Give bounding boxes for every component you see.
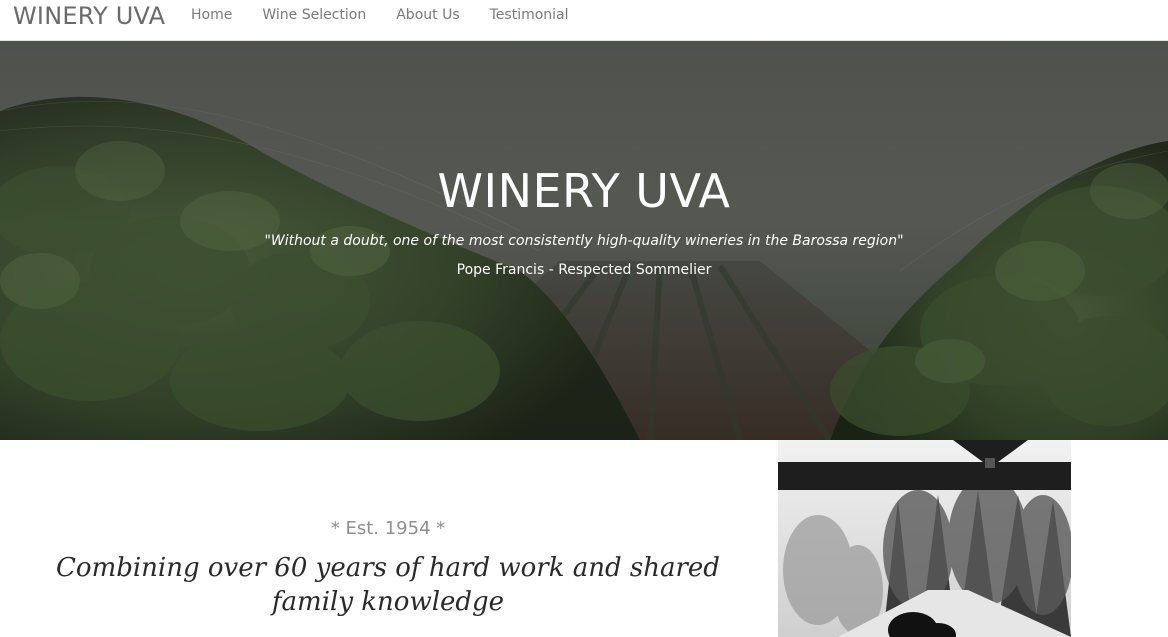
hero-quote-attribution: Pope Francis - Respected Sommelier — [456, 262, 712, 278]
nav-item-about-us: About Us — [396, 0, 489, 30]
nav-link-testimonial[interactable]: Testimonial — [490, 0, 569, 30]
top-navbar: WINERY UVA Home Wine Selection About Us … — [0, 0, 1168, 41]
nav-item-wine-selection: Wine Selection — [262, 0, 396, 30]
established-year: * Est. 1954 * — [330, 518, 446, 539]
hero-section: WINERY UVA "Without a doubt, one of the … — [0, 41, 1168, 440]
about-section: * Est. 1954 * Combining over 60 years of… — [0, 440, 1168, 637]
nav-link-about-us[interactable]: About Us — [396, 0, 459, 30]
winery-photo — [778, 440, 1071, 637]
nav-link-home[interactable]: Home — [191, 0, 232, 30]
nav-link-wine-selection[interactable]: Wine Selection — [262, 0, 366, 30]
black-and-white-estate-image — [778, 440, 1071, 637]
hero-quote: "Without a doubt, one of the most consis… — [264, 233, 904, 249]
brand-logo-link[interactable]: WINERY UVA — [13, 0, 165, 33]
nav-item-testimonial: Testimonial — [490, 0, 599, 30]
about-tagline: Combining over 60 years of hard work and… — [56, 553, 720, 617]
hero-title: WINERY UVA — [437, 164, 731, 218]
nav-links: Home Wine Selection About Us Testimonial — [191, 0, 599, 30]
nav-item-home: Home — [191, 0, 262, 30]
